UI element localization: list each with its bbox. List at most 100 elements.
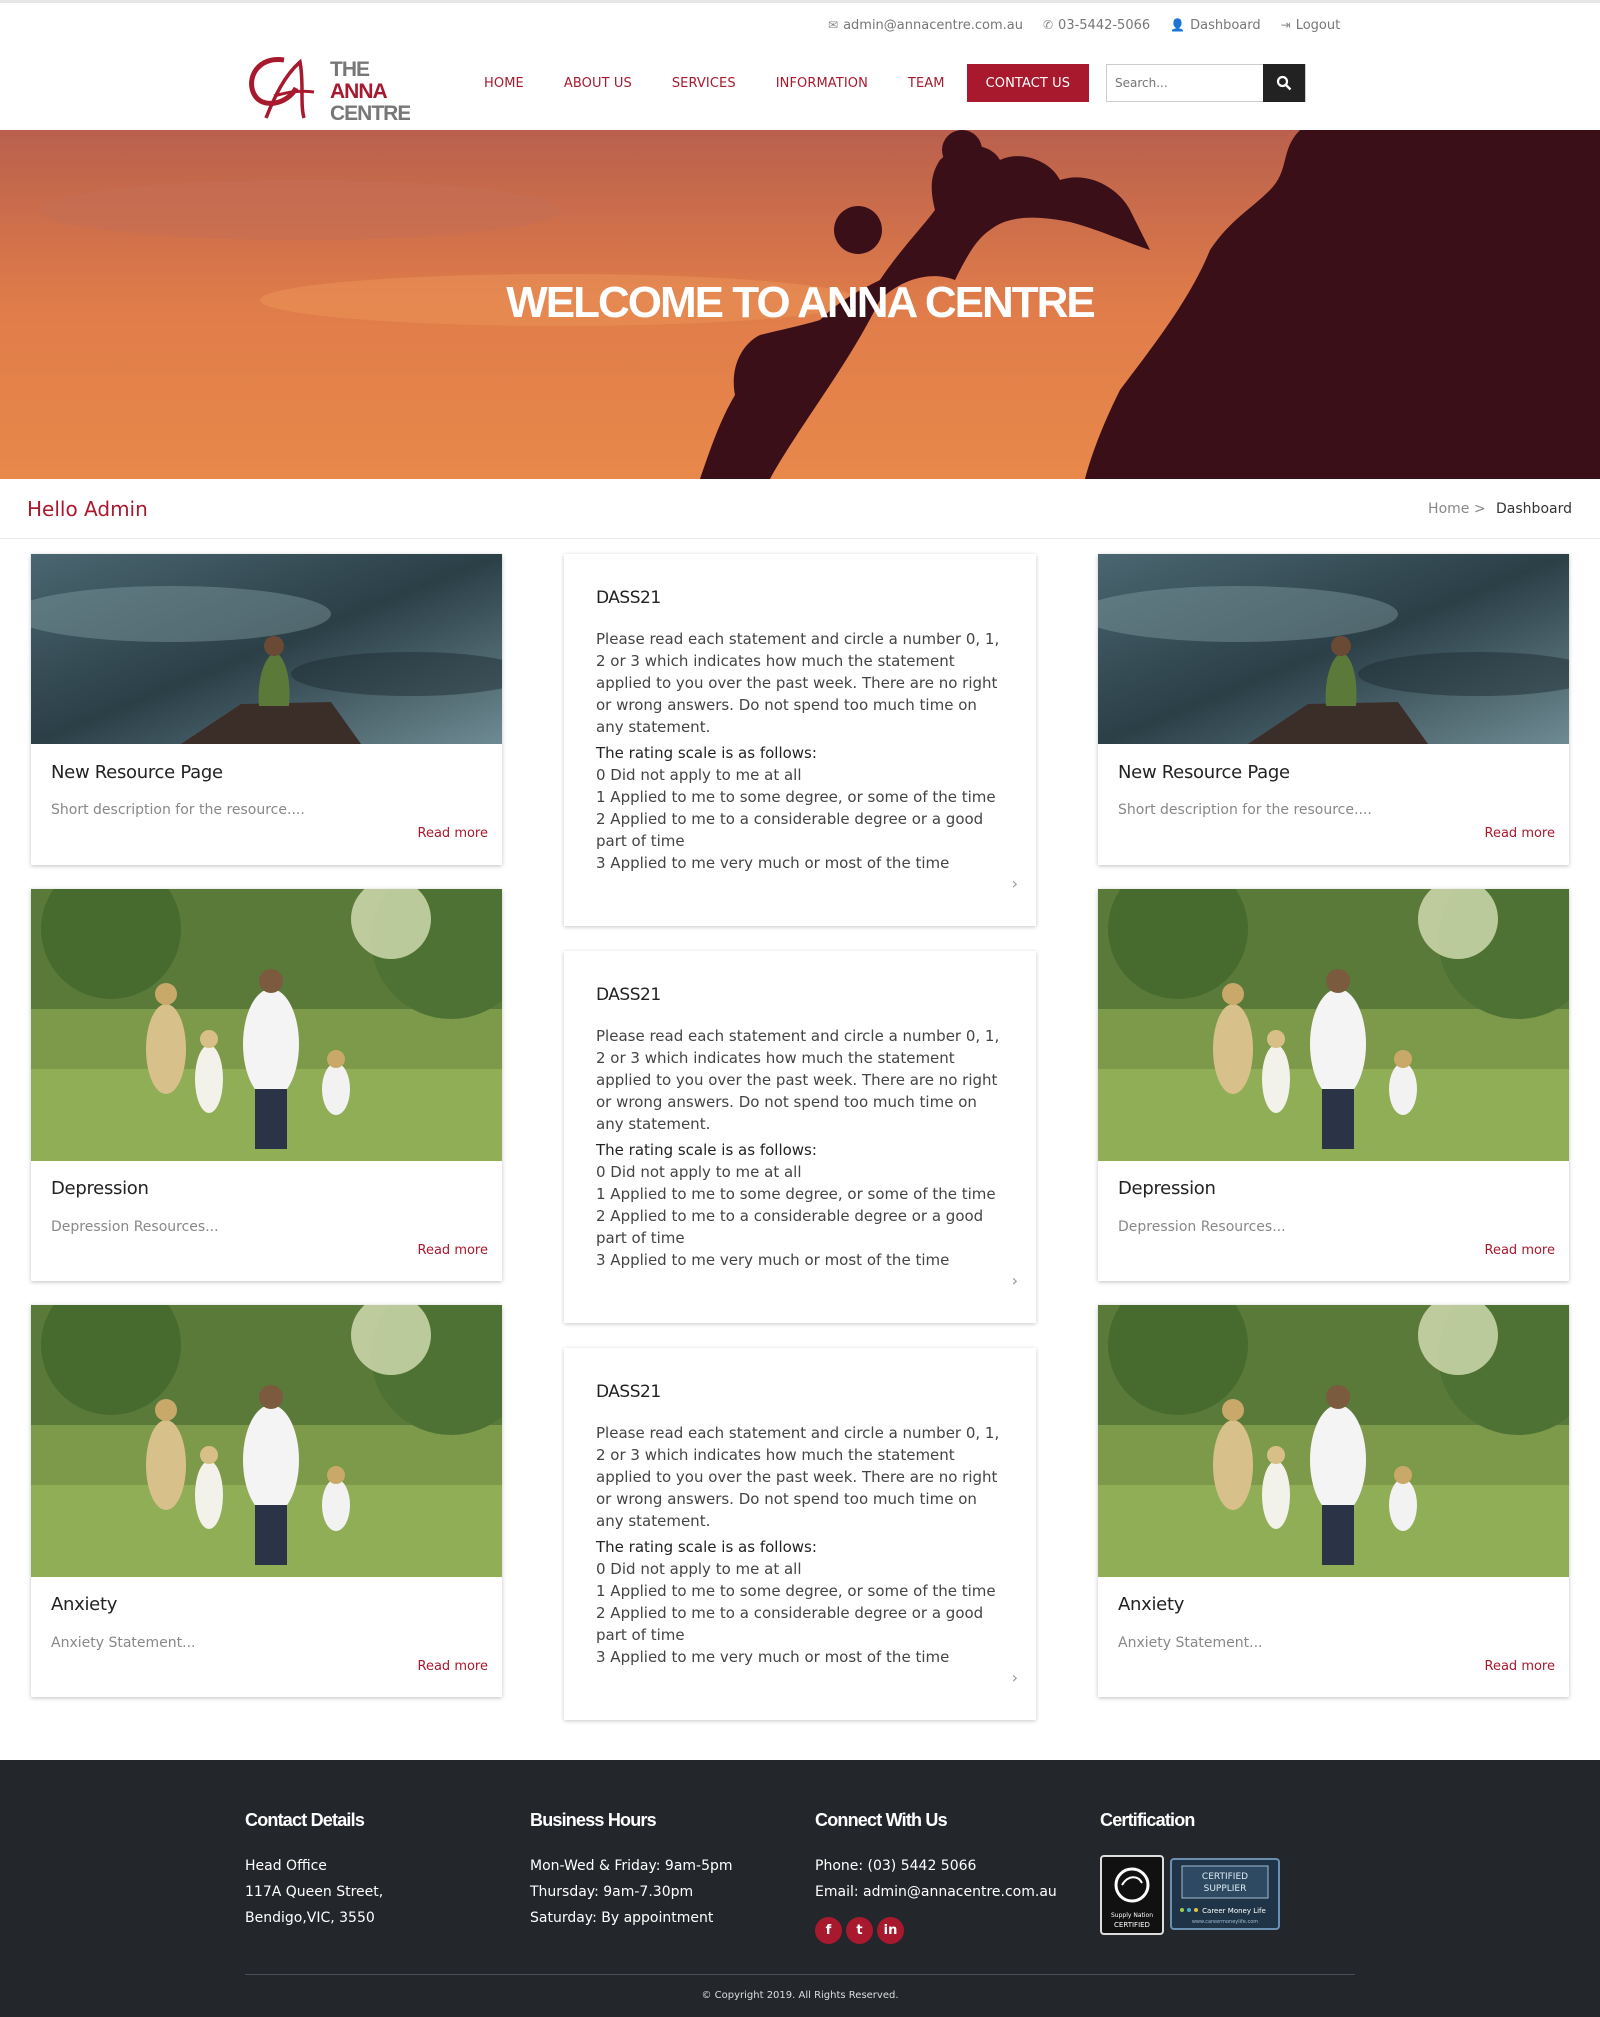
svg-text:Supply Nation: Supply Nation — [1111, 1912, 1153, 1919]
nav-home[interactable]: HOME — [464, 64, 544, 102]
dass-title: DASS21 — [596, 1382, 661, 1402]
facebook-icon[interactable]: f — [815, 1917, 842, 1944]
dass-scale-heading: The rating scale is as follows: — [596, 744, 817, 762]
nav-services[interactable]: SERVICES — [652, 64, 756, 102]
dass21-card[interactable]: DASS21 Please read each statement and ci… — [564, 951, 1036, 1323]
svg-text:THE: THE — [330, 58, 370, 81]
footer-connect: Connect With Us Phone: (03) 5442 5066 Em… — [815, 1810, 1057, 1944]
card-title: New Resource Page — [51, 762, 223, 783]
depression-card-image — [31, 859, 531, 1161]
anna-centre-logo[interactable]: THE ANNA CENTRE — [244, 52, 410, 124]
linkedin-icon[interactable]: in — [877, 1917, 904, 1944]
anxiety-card-image — [1098, 1275, 1598, 1577]
dass21-card[interactable]: DASS21 Please read each statement and ci… — [564, 1348, 1036, 1720]
site-header: THE ANNA CENTRE HOME ABOUT US SERVICES I… — [0, 40, 1600, 130]
read-more-link[interactable]: Read more — [1485, 826, 1555, 841]
envelope-icon: ✉ — [828, 18, 839, 32]
dass-scale-0: 0 Did not apply to me at all — [596, 766, 802, 784]
twitter-icon[interactable]: t — [846, 1917, 873, 1944]
svg-text:Career Money Life: Career Money Life — [1202, 1907, 1266, 1915]
dass-title: DASS21 — [596, 588, 661, 608]
dass21-card[interactable]: DASS21 Please read each statement and ci… — [564, 554, 1036, 926]
topbar-dashboard-link[interactable]: 👤 Dashboard — [1170, 18, 1260, 33]
topbar-email-text: admin@annacentre.com.au — [843, 17, 1023, 33]
card-title: New Resource Page — [1118, 762, 1290, 783]
read-more-link[interactable]: Read more — [418, 1243, 488, 1258]
svg-text:www.careermoneylife.com: www.careermoneylife.com — [1192, 1919, 1258, 1925]
dass-scale-0: 0 Did not apply to me at all — [596, 1163, 802, 1181]
footer-hours-line: Thursday: 9am-7.30pm — [530, 1884, 694, 1900]
certified-supplier-badge: CERTIFIED SUPPLIER Career Money Life www… — [1170, 1858, 1280, 1930]
footer-certification: Certification — [1100, 1810, 1195, 1853]
dass-intro: Please read each statement and circle a … — [596, 1424, 1000, 1530]
depression-card[interactable]: Depression Depression Resources... Read … — [1098, 859, 1598, 1281]
dass-scale-2: 2 Applied to me to a considerable degree… — [596, 1207, 984, 1247]
svg-text:SUPPLIER: SUPPLIER — [1204, 1884, 1247, 1894]
dass-scale-1: 1 Applied to me to some degree, or some … — [596, 1582, 996, 1600]
nav-contact-us[interactable]: CONTACT US — [966, 64, 1090, 102]
anxiety-card[interactable]: Anxiety Anxiety Statement... Read more — [1098, 1275, 1598, 1697]
read-more-link[interactable]: Read more — [1485, 1659, 1555, 1674]
anxiety-card-image — [31, 1275, 531, 1577]
supply-nation-logo-icon: Supply Nation CERTIFIED — [1111, 1867, 1153, 1929]
dass-scale-3: 3 Applied to me very much or most of the… — [596, 1251, 950, 1269]
topbar-logout-text: Logout — [1295, 17, 1341, 33]
svg-text:CERTIFIED: CERTIFIED — [1202, 1872, 1248, 1882]
page-subheader: Hello Admin Home > Dashboard — [0, 479, 1600, 539]
footer-hours-heading: Business Hours — [530, 1810, 657, 1830]
topbar-email[interactable]: ✉ admin@annacentre.com.au — [828, 18, 1023, 33]
anxiety-card[interactable]: Anxiety Anxiety Statement... Read more — [31, 1275, 531, 1697]
footer-divider — [245, 1974, 1355, 1975]
breadcrumb-current: Dashboard — [1496, 501, 1572, 517]
chevron-right-icon[interactable]: › — [1012, 1668, 1018, 1687]
footer-hours-line: Mon-Wed & Friday: 9am-5pm — [530, 1858, 733, 1874]
utility-bar: ✉ admin@annacentre.com.au ✆ 03-5442-5066… — [828, 16, 1600, 34]
chevron-right-icon[interactable]: › — [1012, 874, 1018, 893]
svg-text:CENTRE: CENTRE — [330, 102, 410, 124]
social-links: f t in — [815, 1917, 1057, 1944]
top-strip — [0, 0, 1600, 3]
footer-phone[interactable]: Phone: (03) 5442 5066 — [815, 1853, 1057, 1879]
topbar-logout-link[interactable]: ⇥ Logout — [1281, 18, 1341, 33]
svg-text:ANNA: ANNA — [330, 80, 387, 103]
dass-title: DASS21 — [596, 985, 661, 1005]
main-nav: HOME ABOUT US SERVICES INFORMATION TEAM … — [464, 64, 1090, 102]
dass-scale-3: 3 Applied to me very much or most of the… — [596, 1648, 950, 1666]
resource-card[interactable]: New Resource Page Short description for … — [11, 554, 531, 865]
svg-text:CERTIFIED: CERTIFIED — [1114, 1921, 1150, 1929]
dass-scale-1: 1 Applied to me to some degree, or some … — [596, 788, 996, 806]
card-title: Anxiety — [1118, 1594, 1185, 1615]
footer-hours: Business Hours Mon-Wed & Friday: 9am-5pm… — [530, 1810, 733, 1931]
footer-connect-heading: Connect With Us — [815, 1810, 948, 1830]
dass-scale-2: 2 Applied to me to a considerable degree… — [596, 810, 984, 850]
dass-scale-heading: The rating scale is as follows: — [596, 1141, 817, 1159]
nav-about-us[interactable]: ABOUT US — [544, 64, 652, 102]
footer-contact-line: Bendigo,VIC, 3550 — [245, 1910, 375, 1926]
breadcrumb: Home > Dashboard — [1428, 501, 1572, 517]
topbar-phone[interactable]: ✆ 03-5442-5066 — [1043, 18, 1150, 33]
dass-intro: Please read each statement and circle a … — [596, 630, 1000, 736]
search-icon — [1276, 75, 1292, 91]
nav-information[interactable]: INFORMATION — [756, 64, 888, 102]
nav-team[interactable]: TEAM — [888, 64, 965, 102]
footer-hours-line: Saturday: By appointment — [530, 1910, 714, 1926]
chevron-right-icon[interactable]: › — [1012, 1271, 1018, 1290]
user-icon: 👤 — [1170, 18, 1186, 32]
read-more-link[interactable]: Read more — [418, 1659, 488, 1674]
search-input[interactable] — [1107, 65, 1263, 101]
search-button[interactable] — [1263, 64, 1305, 102]
resource-card-image — [11, 554, 531, 744]
read-more-link[interactable]: Read more — [418, 826, 488, 841]
hero-banner: WELCOME TO ANNA CENTRE — [0, 130, 1600, 479]
footer-email[interactable]: Email: admin@annacentre.com.au — [815, 1879, 1057, 1905]
greeting: Hello Admin — [27, 497, 148, 521]
footer-contact: Contact Details Head Office 117A Queen S… — [245, 1810, 383, 1931]
breadcrumb-home[interactable]: Home > — [1428, 501, 1486, 517]
depression-card[interactable]: Depression Depression Resources... Read … — [31, 859, 531, 1281]
card-description: Short description for the resource.... — [51, 802, 305, 818]
read-more-link[interactable]: Read more — [1485, 1243, 1555, 1258]
resource-card[interactable]: New Resource Page Short description for … — [1078, 554, 1598, 865]
card-title: Depression — [1118, 1178, 1216, 1199]
card-description: Anxiety Statement... — [1118, 1635, 1263, 1651]
footer-contact-line: 117A Queen Street, — [245, 1884, 384, 1900]
